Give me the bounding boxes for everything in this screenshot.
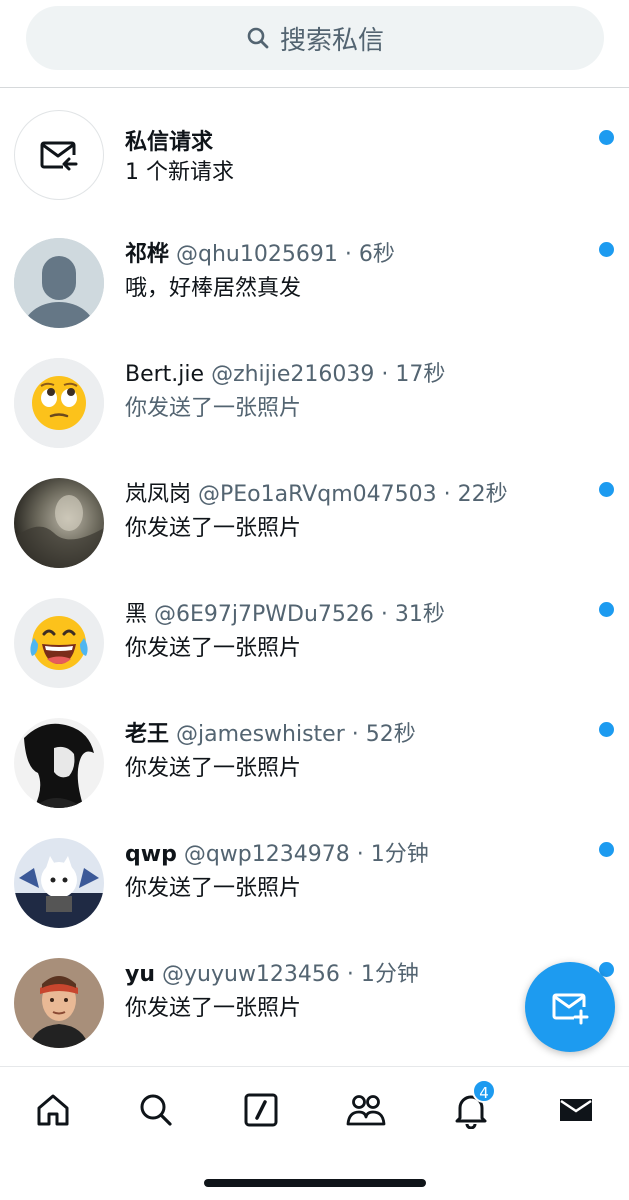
- conversation-header: 祁桦 @qhu1025691 · 6秒: [125, 236, 599, 268]
- display-name: yu: [125, 962, 156, 987]
- display-name: 黑: [125, 602, 148, 627]
- last-message: 你发送了一张照片: [125, 996, 302, 1021]
- conversation-row[interactable]: 祁桦 @qhu1025691 · 6秒 哦，好棒居然真发: [0, 218, 629, 338]
- conversation-header: 黑 @6E97j7PWDu7526 · 31秒: [125, 596, 599, 628]
- conversation-row[interactable]: Bert.jie @zhijie216039 · 17秒 你发送了一张照片: [0, 338, 629, 458]
- request-subtitle: 1 个新请求: [125, 160, 234, 185]
- nav-communities[interactable]: [341, 1085, 391, 1135]
- message-request-avatar: [14, 110, 104, 200]
- nav-messages[interactable]: [551, 1085, 601, 1135]
- unread-dot: [599, 602, 614, 617]
- avatar[interactable]: [14, 238, 104, 328]
- last-message: 你发送了一张照片: [125, 756, 302, 781]
- unread-dot: [599, 242, 614, 257]
- slash-box-icon: [244, 1093, 278, 1127]
- avatar[interactable]: [14, 718, 104, 808]
- default-avatar-icon: [14, 238, 104, 328]
- nav-notifications[interactable]: 4: [446, 1079, 496, 1135]
- unread-dot: [599, 722, 614, 737]
- avatar[interactable]: [14, 358, 104, 448]
- new-message-icon: [552, 993, 589, 1025]
- handle-and-time: @qwp1234978 · 1分钟: [183, 842, 429, 867]
- messages-screen: 搜索私信 私信请求 1 个新请求 祁桦 @qhu1025691 · 6秒 哦，好…: [0, 0, 629, 1200]
- conversation-header: 老王 @jameswhister · 52秒: [125, 716, 599, 748]
- search-placeholder: 搜索私信: [279, 25, 384, 56]
- display-name: 祁桦: [125, 242, 170, 267]
- handle-and-time: @yuyuw123456 · 1分钟: [162, 962, 419, 987]
- conversation-header: 岚凤岗 @PEo1aRVqm047503 · 22秒: [125, 476, 599, 508]
- laughing-emoji-icon: [14, 598, 104, 688]
- envelope-filled-icon: [560, 1099, 592, 1121]
- new-message-button[interactable]: [525, 962, 615, 1052]
- nav-home[interactable]: [28, 1085, 78, 1135]
- communities-icon: [346, 1095, 386, 1126]
- search-icon: [247, 27, 269, 49]
- last-message: 你发送了一张照片: [125, 516, 302, 541]
- display-name: Bert.jie: [125, 362, 205, 387]
- nav-compose[interactable]: [236, 1085, 286, 1135]
- conversation-header: qwp @qwp1234978 · 1分钟: [125, 836, 599, 868]
- display-name: 老王: [125, 722, 170, 747]
- conversation-row[interactable]: 岚凤岗 @PEo1aRVqm047503 · 22秒 你发送了一张照片: [0, 458, 629, 578]
- avatar[interactable]: [14, 598, 104, 688]
- home-indicator: [204, 1179, 426, 1187]
- avatar[interactable]: [14, 838, 104, 928]
- notifications-badge: 4: [472, 1079, 496, 1103]
- cat-avatar-icon: [14, 838, 104, 928]
- unread-dot: [599, 130, 614, 145]
- display-name: 岚凤岗: [125, 482, 192, 507]
- search-header: 搜索私信: [0, 0, 629, 88]
- home-icon: [37, 1094, 69, 1126]
- conversation-row[interactable]: qwp @qwp1234978 · 1分钟 你发送了一张照片: [0, 818, 629, 938]
- photo-avatar-icon: [14, 478, 104, 568]
- conversation-row[interactable]: 黑 @6E97j7PWDu7526 · 31秒 你发送了一张照片: [0, 578, 629, 698]
- avatar[interactable]: [14, 958, 104, 1048]
- conversation-header: yu @yuyuw123456 · 1分钟: [125, 956, 599, 988]
- request-title: 私信请求: [125, 130, 214, 155]
- handle-and-time: @6E97j7PWDu7526 · 31秒: [154, 602, 445, 627]
- handle-and-time: @jameswhister · 52秒: [176, 722, 416, 747]
- last-message: 你发送了一张照片: [125, 636, 302, 661]
- eye-roll-emoji-icon: [14, 358, 104, 448]
- request-title-line: 私信请求: [125, 124, 599, 156]
- last-message: 哦，好棒居然真发: [125, 276, 302, 301]
- search-icon: [140, 1094, 172, 1126]
- envelope-arrow-icon: [40, 141, 78, 171]
- unread-dot: [599, 842, 614, 857]
- person-photo-avatar-icon: [14, 958, 104, 1048]
- last-message: 你发送了一张照片: [125, 396, 302, 421]
- nav-search[interactable]: [131, 1085, 181, 1135]
- handle-and-time: @qhu1025691 · 6秒: [176, 242, 395, 267]
- handle-and-time: @PEo1aRVqm047503 · 22秒: [198, 482, 508, 507]
- unread-dot: [599, 482, 614, 497]
- display-name: qwp: [125, 842, 177, 867]
- last-message: 你发送了一张照片: [125, 876, 302, 901]
- avatar[interactable]: [14, 478, 104, 568]
- handle-and-time: @zhijie216039 · 17秒: [211, 362, 446, 387]
- message-requests-row[interactable]: 私信请求 1 个新请求: [0, 88, 629, 208]
- conversation-row[interactable]: 老王 @jameswhister · 52秒 你发送了一张照片: [0, 698, 629, 818]
- search-dm-input[interactable]: 搜索私信: [26, 6, 604, 70]
- conversation-header: Bert.jie @zhijie216039 · 17秒: [125, 356, 599, 388]
- anime-avatar-icon: [14, 718, 104, 808]
